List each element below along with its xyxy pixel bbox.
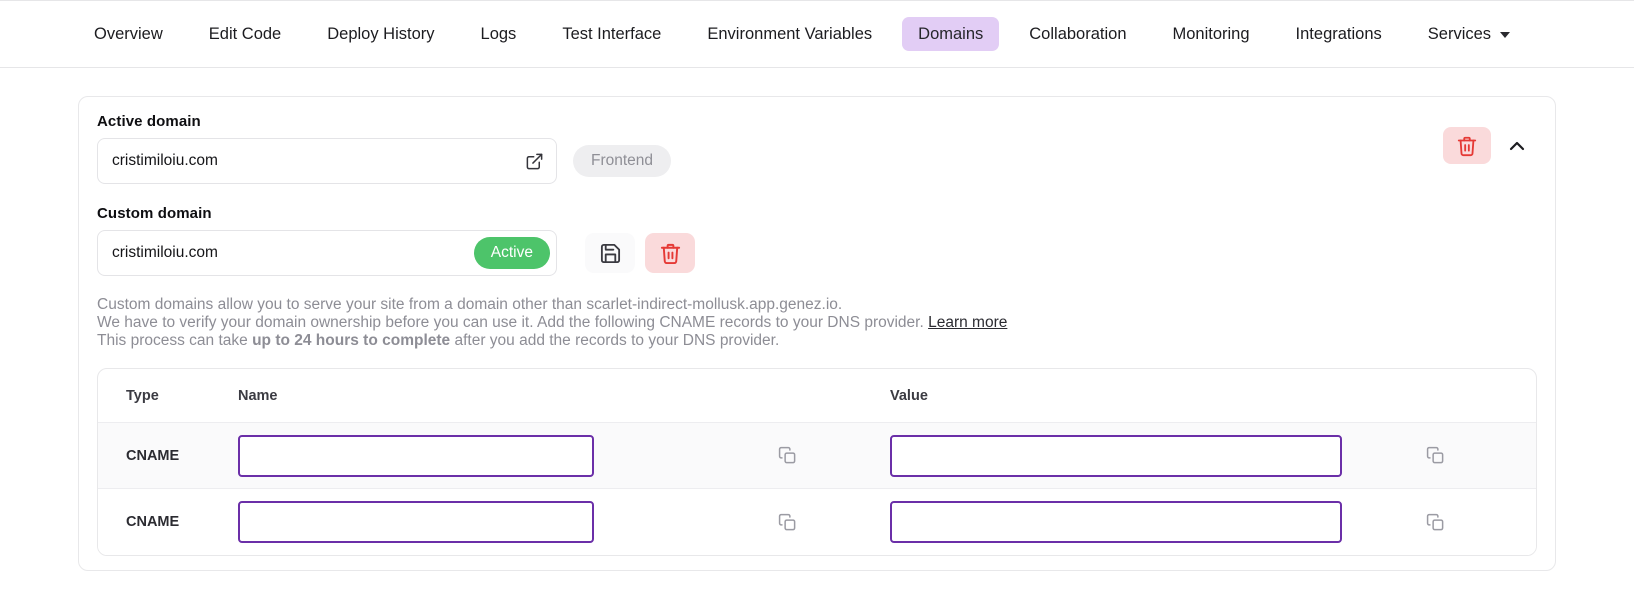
desc-line-1: Custom domains allow you to serve your s… <box>97 296 843 313</box>
tab-monitoring[interactable]: Monitoring <box>1157 17 1266 51</box>
active-domain-row: cristimiloiu.com Frontend <box>97 138 1537 184</box>
record-type-2: CNAME <box>126 514 180 530</box>
active-domain-value: cristimiloiu.com <box>112 152 218 169</box>
trash-icon <box>660 243 680 264</box>
custom-domain-actions <box>585 233 695 273</box>
table-row: CNAME <box>98 489 1536 555</box>
delete-custom-domain-button[interactable] <box>645 233 695 273</box>
delete-domain-button[interactable] <box>1443 127 1491 164</box>
trash-icon <box>1457 136 1477 156</box>
record-value-cell-2 <box>890 501 1426 543</box>
tab-collaboration[interactable]: Collaboration <box>1013 17 1142 51</box>
table-row: CNAME <box>98 423 1536 489</box>
copy-name-cell-1 <box>778 446 890 465</box>
tab-integrations[interactable]: Integrations <box>1280 17 1398 51</box>
copy-icon[interactable] <box>778 513 797 532</box>
copy-icon[interactable] <box>1426 513 1445 532</box>
desc-line-3-suffix: after you add the records to your DNS pr… <box>450 332 780 349</box>
copy-value-cell-2 <box>1426 513 1536 532</box>
copy-value-cell-1 <box>1426 446 1536 465</box>
tab-services-label: Services <box>1427 24 1492 43</box>
record-name-cell-1 <box>238 434 778 477</box>
record-name-input-1[interactable] <box>238 434 594 477</box>
frontend-badge: Frontend <box>573 144 672 178</box>
dns-records-table: Type Name Value CNAME CNAME <box>97 368 1537 556</box>
save-custom-domain-button[interactable] <box>585 233 635 273</box>
desc-line-2-text: We have to verify your domain ownership … <box>97 314 929 331</box>
tab-overview[interactable]: Overview <box>78 17 179 51</box>
save-icon <box>600 243 620 263</box>
learn-more-link[interactable]: Learn more <box>928 314 1007 331</box>
tab-services[interactable]: Services <box>1412 17 1526 51</box>
chevron-up-icon <box>1509 141 1525 150</box>
external-link-icon[interactable] <box>525 152 544 171</box>
domains-page: Active domain cristimiloiu.com Frontend <box>0 68 1634 571</box>
tab-deploy-history[interactable]: Deploy History <box>311 17 450 51</box>
active-domain-input[interactable]: cristimiloiu.com <box>97 138 557 184</box>
record-value-cell-1 <box>890 434 1426 477</box>
active-domain-label: Active domain <box>97 113 201 130</box>
copy-icon[interactable] <box>1426 446 1445 465</box>
desc-line-2: We have to verify your domain ownership … <box>97 314 1537 332</box>
custom-domain-label: Custom domain <box>97 205 212 222</box>
domain-card-actions <box>1443 127 1541 164</box>
top-navigation-bar: Overview Edit Code Deploy History Logs T… <box>0 0 1634 68</box>
desc-line-3-bold: up to 24 hours to complete <box>252 332 451 349</box>
chevron-down-icon <box>1500 31 1511 38</box>
custom-domain-value: cristimiloiu.com <box>112 244 218 261</box>
record-type-1: CNAME <box>126 447 180 464</box>
desc-line-3-prefix: This process can take <box>97 332 253 349</box>
tab-domains[interactable]: Domains <box>902 16 1000 52</box>
copy-icon[interactable] <box>778 446 797 465</box>
active-domain-section: Active domain cristimiloiu.com Frontend <box>97 113 1537 184</box>
desc-line-3: This process can take up to 24 hours to … <box>97 332 1537 350</box>
status-badge[interactable]: Active <box>473 236 550 270</box>
column-header-type: Type <box>126 387 159 404</box>
tab-edit-code[interactable]: Edit Code <box>193 17 297 51</box>
column-header-name: Name <box>238 387 278 404</box>
custom-domain-row: cristimiloiu.com Active <box>97 230 1537 276</box>
tab-test-interface[interactable]: Test Interface <box>546 17 677 51</box>
record-name-cell-2 <box>238 501 778 543</box>
nav-tab-list: Overview Edit Code Deploy History Logs T… <box>0 1 1634 67</box>
column-header-value: Value <box>890 387 928 404</box>
record-name-input-2[interactable] <box>238 501 594 543</box>
tab-environment-variables[interactable]: Environment Variables <box>691 17 888 51</box>
record-value-input-2[interactable] <box>890 501 1342 543</box>
custom-domain-section: Custom domain cristimiloiu.com Active <box>97 205 1537 276</box>
table-header-row: Type Name Value <box>98 369 1536 423</box>
copy-name-cell-2 <box>778 513 890 532</box>
custom-domain-input[interactable]: cristimiloiu.com Active <box>97 230 557 276</box>
record-value-input-1[interactable] <box>890 434 1342 477</box>
tab-logs[interactable]: Logs <box>465 17 533 51</box>
collapse-domain-button[interactable] <box>1493 127 1541 164</box>
domain-card: Active domain cristimiloiu.com Frontend <box>78 96 1556 571</box>
custom-domain-description: Custom domains allow you to serve your s… <box>97 296 1537 350</box>
